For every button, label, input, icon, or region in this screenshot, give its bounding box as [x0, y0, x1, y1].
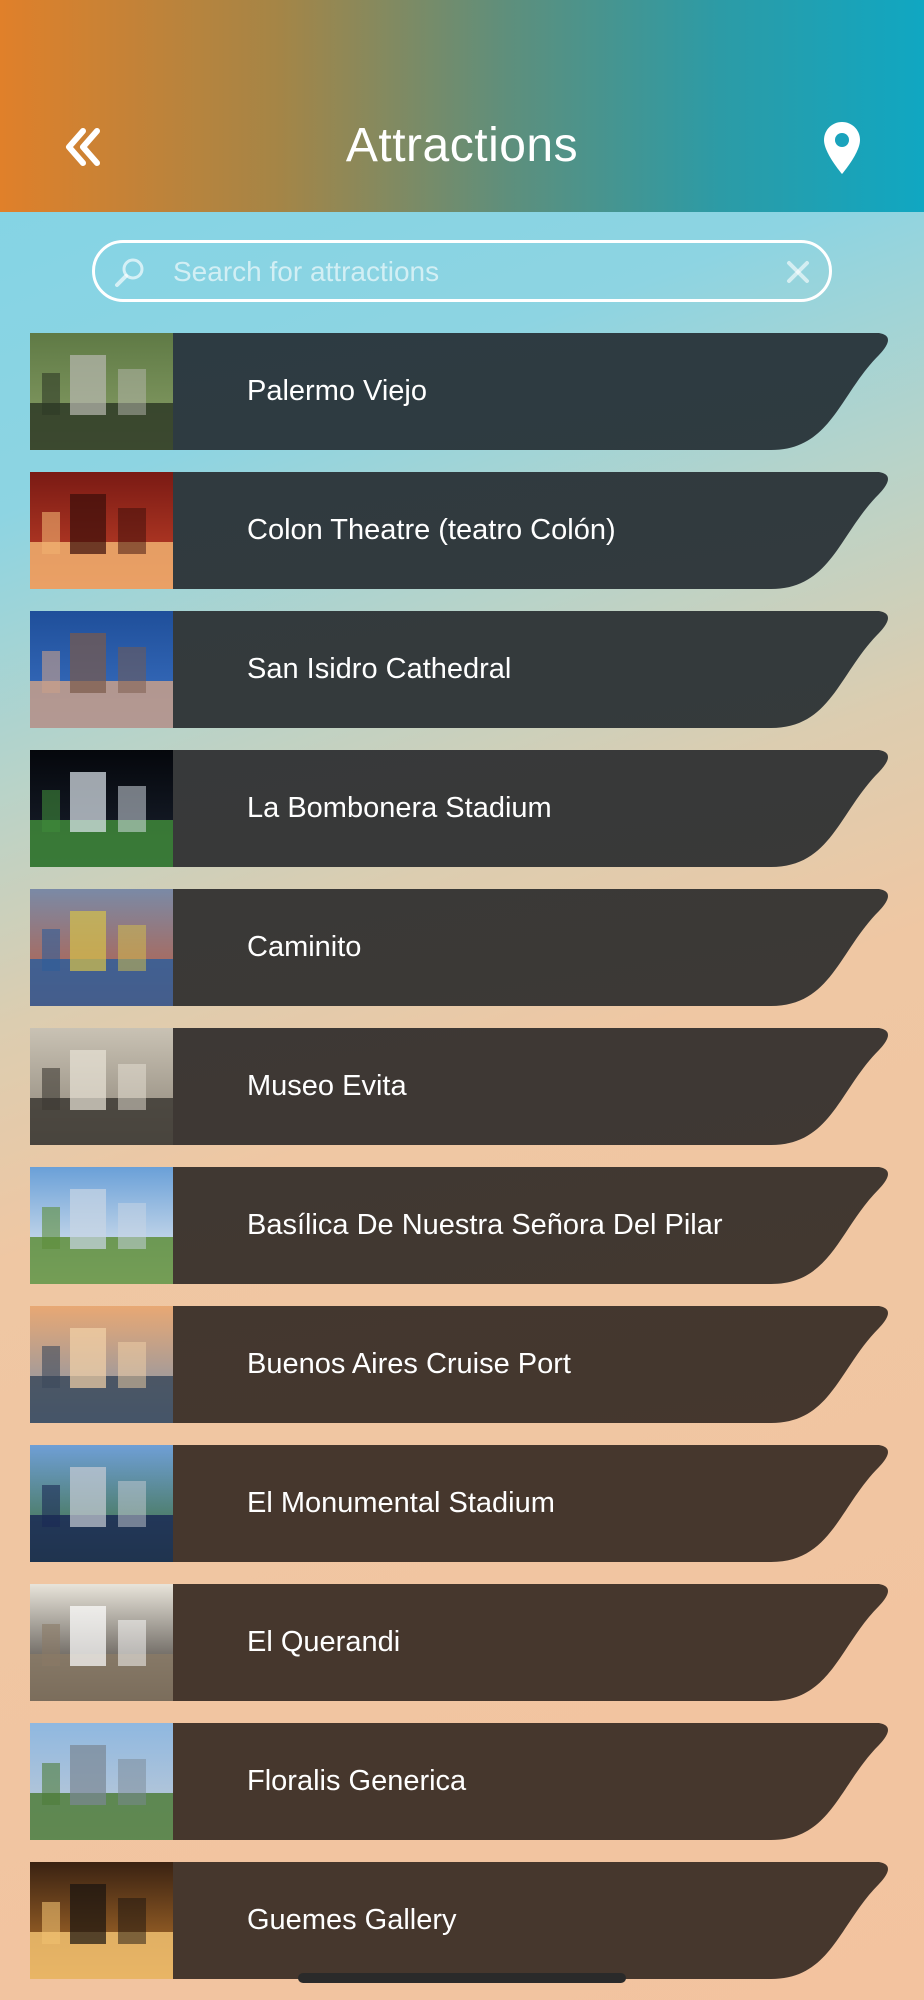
attraction-list-item[interactable]: Basílica De Nuestra Señora Del Pilar	[30, 1167, 894, 1284]
attraction-photo	[30, 1306, 173, 1423]
app-header: Attractions	[0, 0, 924, 212]
page-title: Attractions	[345, 119, 579, 172]
attraction-photo	[30, 750, 173, 867]
attraction-photo	[30, 1723, 173, 1840]
attraction-name: Palermo Viejo	[247, 375, 428, 407]
attraction-photo	[30, 1445, 173, 1562]
map-button[interactable]	[820, 120, 864, 176]
search-icon	[115, 258, 144, 287]
attraction-name: Buenos Aires Cruise Port	[247, 1348, 571, 1380]
attraction-name: El Monumental Stadium	[247, 1487, 555, 1519]
attraction-list-item[interactable]: Floralis Generica	[30, 1723, 894, 1840]
close-icon[interactable]	[783, 257, 813, 287]
attraction-name: Floralis Generica	[247, 1765, 467, 1797]
home-indicator	[298, 1973, 626, 1983]
search-bar[interactable]	[92, 240, 832, 302]
attraction-list-item[interactable]: Palermo Viejo	[30, 333, 894, 450]
attraction-photo	[30, 1584, 173, 1701]
attraction-photo	[30, 889, 173, 1006]
attraction-list-item[interactable]: Buenos Aires Cruise Port	[30, 1306, 894, 1423]
attraction-list-item[interactable]: La Bombonera Stadium	[30, 750, 894, 867]
attraction-name: Caminito	[247, 931, 362, 963]
attraction-list-item[interactable]: Colon Theatre (teatro Colón)	[30, 472, 894, 589]
attraction-photo	[30, 611, 173, 728]
attraction-list-item[interactable]: Museo Evita	[30, 1028, 894, 1145]
attraction-name: Basílica De Nuestra Señora Del Pilar	[247, 1209, 723, 1241]
attraction-name: Guemes Gallery	[247, 1904, 457, 1936]
attraction-name: La Bombonera Stadium	[247, 792, 552, 824]
attraction-photo	[30, 1862, 173, 1979]
attraction-photo	[30, 333, 173, 450]
attraction-name: El Querandi	[247, 1626, 401, 1658]
attraction-list-item[interactable]: San Isidro Cathedral	[30, 611, 894, 728]
attraction-list-item[interactable]: Caminito	[30, 889, 894, 1006]
attraction-list-item[interactable]: El Querandi	[30, 1584, 894, 1701]
map-pin-icon	[824, 122, 860, 174]
attraction-list-item[interactable]: El Monumental Stadium	[30, 1445, 894, 1562]
attraction-name: Colon Theatre (teatro Colón)	[247, 514, 616, 546]
attraction-photo	[30, 1167, 173, 1284]
search-input[interactable]	[173, 251, 733, 293]
attraction-photo	[30, 1028, 173, 1145]
attraction-list-item[interactable]: Guemes Gallery	[30, 1862, 894, 1979]
attraction-name: San Isidro Cathedral	[247, 653, 512, 685]
attraction-name: Museo Evita	[247, 1070, 407, 1102]
attraction-photo	[30, 472, 173, 589]
